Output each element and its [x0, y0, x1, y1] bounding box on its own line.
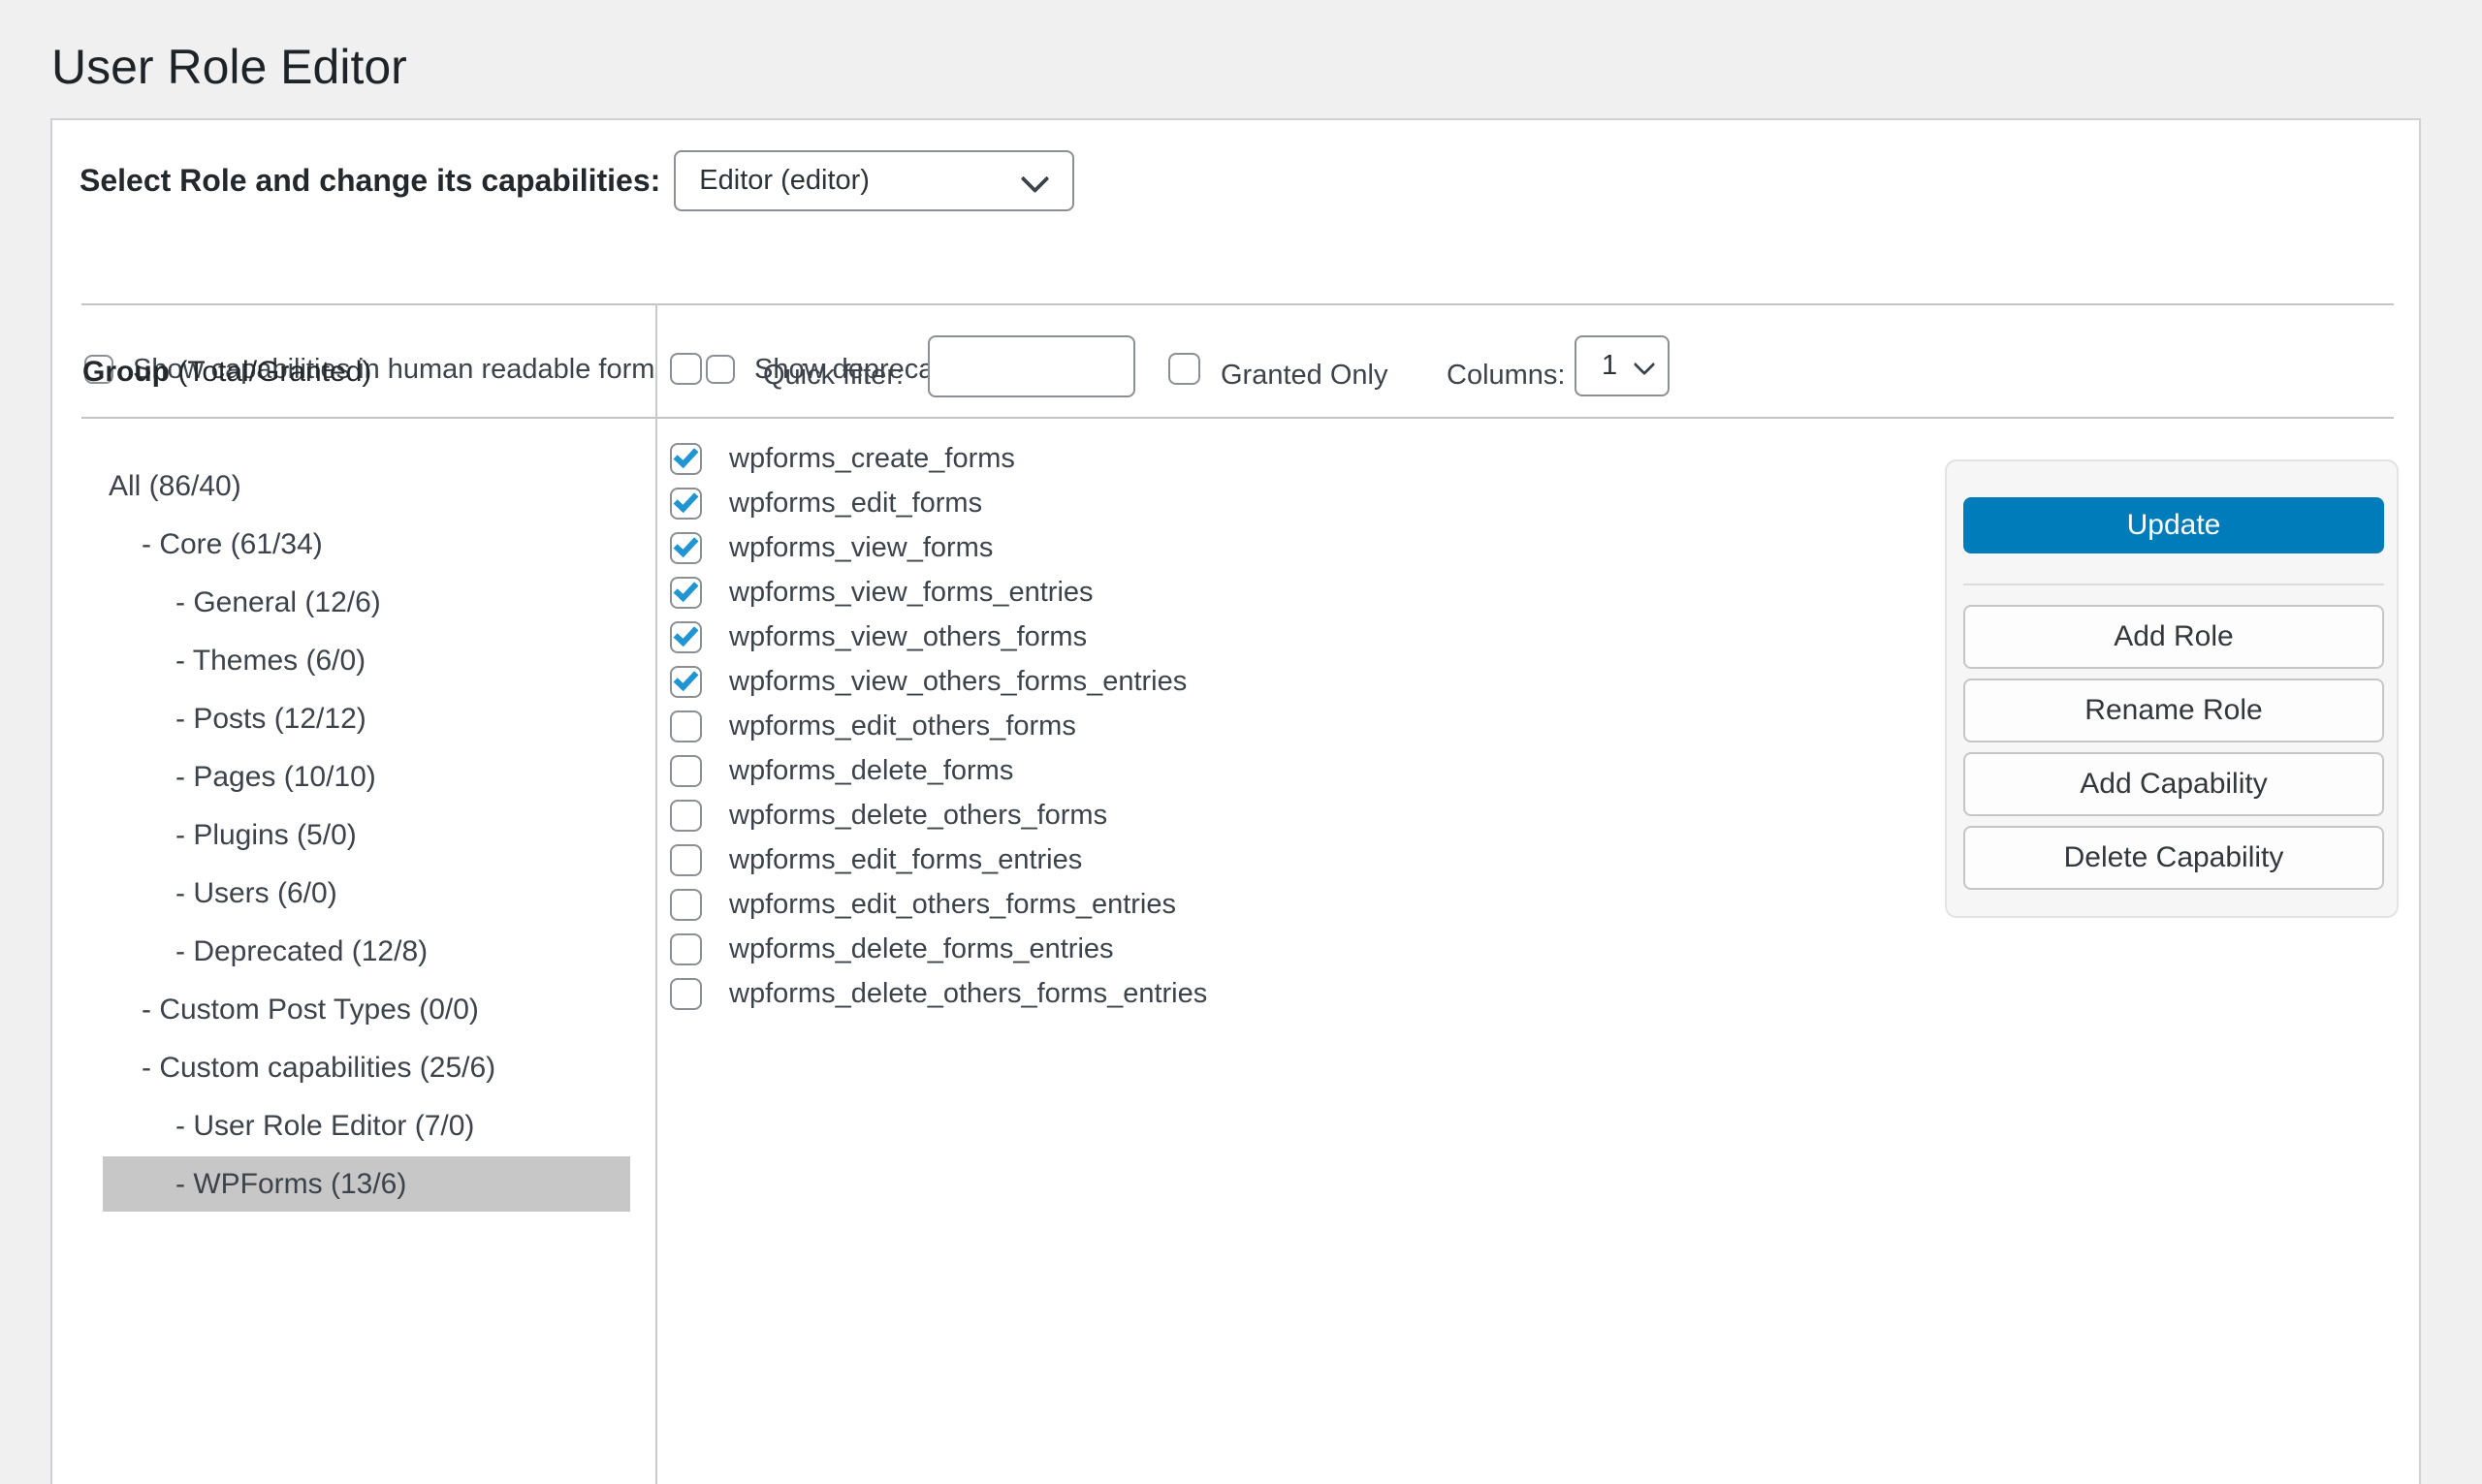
- group-tree-item[interactable]: All (86/40): [103, 458, 630, 514]
- capability-label: wpforms_view_others_forms_entries: [729, 666, 1187, 698]
- chevron-down-icon: [1021, 165, 1050, 194]
- role-selector-row: Select Role and change its capabilities:…: [80, 150, 1074, 211]
- chevron-down-icon: [1634, 354, 1656, 376]
- group-tree-item[interactable]: - Themes (6/0): [103, 633, 630, 688]
- capability-label: wpforms_create_forms: [729, 443, 1015, 475]
- capability-checkbox[interactable]: [670, 577, 702, 609]
- group-tree-item[interactable]: - Pages (10/10): [103, 749, 630, 805]
- add-capability-button[interactable]: Add Capability: [1963, 752, 2384, 816]
- capability-label: wpforms_edit_forms: [729, 488, 982, 520]
- capability-row: wpforms_delete_forms: [670, 748, 1013, 793]
- columns-select[interactable]: 1: [1575, 335, 1670, 396]
- divider-header: [81, 417, 2394, 419]
- capability-label: wpforms_edit_others_forms: [729, 710, 1076, 742]
- capability-checkbox[interactable]: [670, 710, 702, 742]
- group-tree-item[interactable]: - General (12/6): [103, 575, 630, 630]
- capability-row: wpforms_edit_others_forms_entries: [670, 882, 1176, 927]
- update-button[interactable]: Update: [1963, 497, 2384, 553]
- capability-row: wpforms_view_forms: [670, 525, 993, 570]
- group-tree-item[interactable]: - Users (6/0): [103, 866, 630, 921]
- capability-label: wpforms_view_forms_entries: [729, 577, 1094, 609]
- capability-row: wpforms_view_others_forms_entries: [670, 659, 1187, 704]
- columns-label: Columns:: [1447, 360, 1566, 392]
- group-tree-item[interactable]: - Deprecated (12/8): [103, 924, 630, 979]
- group-tree-item[interactable]: - User Role Editor (7/0): [103, 1098, 630, 1153]
- capability-row: wpforms_edit_forms_entries: [670, 837, 1082, 882]
- capability-label: wpforms_view_others_forms: [729, 621, 1087, 653]
- capability-row: wpforms_view_others_forms: [670, 615, 1087, 659]
- rename-role-button[interactable]: Rename Role: [1963, 679, 2384, 742]
- granted-only-label: Granted Only: [1221, 360, 1387, 392]
- group-tree-item[interactable]: - Plugins (5/0): [103, 807, 630, 863]
- actions-panel: Update Add Role Rename Role Add Capabili…: [1945, 459, 2399, 918]
- capability-row: wpforms_delete_others_forms: [670, 793, 1107, 837]
- capability-label: wpforms_delete_others_forms_entries: [729, 978, 1207, 1010]
- capability-label: wpforms_view_forms: [729, 532, 993, 564]
- page-title: User Role Editor: [51, 39, 407, 95]
- capability-row: wpforms_delete_forms_entries: [670, 927, 1114, 971]
- capability-checkbox[interactable]: [670, 666, 702, 698]
- select-all-checkbox[interactable]: [670, 353, 702, 385]
- capability-checkbox[interactable]: [670, 488, 702, 520]
- role-select[interactable]: Editor (editor): [674, 150, 1074, 211]
- group-header: Group (Total/Granted): [82, 356, 371, 389]
- capability-checkbox[interactable]: [670, 933, 702, 965]
- capability-row: wpforms_edit_forms: [670, 481, 982, 525]
- column-divider: [655, 303, 657, 1484]
- capability-checkbox[interactable]: [670, 889, 702, 921]
- group-tree-item[interactable]: - WPForms (13/6): [103, 1156, 630, 1212]
- capability-label: wpforms_edit_others_forms_entries: [729, 889, 1176, 921]
- capability-checkbox[interactable]: [670, 755, 702, 787]
- group-header-bold: Group: [82, 356, 170, 388]
- capability-label: wpforms_delete_forms_entries: [729, 933, 1114, 965]
- capability-label: wpforms_edit_forms_entries: [729, 844, 1082, 876]
- capability-row: wpforms_delete_others_forms_entries: [670, 971, 1207, 1016]
- actions-divider: [1963, 584, 2384, 585]
- columns-select-value: 1: [1602, 350, 1617, 382]
- capability-label: wpforms_delete_forms: [729, 755, 1013, 787]
- capability-checkbox[interactable]: [670, 978, 702, 1010]
- capability-checkbox[interactable]: [670, 844, 702, 876]
- editor-panel: Select Role and change its capabilities:…: [50, 118, 2421, 1484]
- select-role-label: Select Role and change its capabilities:: [80, 163, 660, 199]
- capability-checkbox[interactable]: [670, 532, 702, 564]
- quick-filter-label: Quick filter:: [763, 360, 904, 392]
- delete-capability-button[interactable]: Delete Capability: [1963, 826, 2384, 890]
- divider-top: [81, 303, 2394, 305]
- capability-checkbox[interactable]: [670, 443, 702, 475]
- capability-checkbox[interactable]: [670, 621, 702, 653]
- role-select-value: Editor (editor): [699, 165, 870, 197]
- quick-filter-input[interactable]: [928, 335, 1135, 397]
- group-tree-item[interactable]: - Custom Post Types (0/0): [103, 982, 630, 1037]
- capability-row: wpforms_edit_others_forms: [670, 704, 1076, 748]
- show-deprecated-checkbox[interactable]: [706, 355, 735, 384]
- add-role-button[interactable]: Add Role: [1963, 605, 2384, 669]
- capability-checkbox[interactable]: [670, 800, 702, 832]
- capability-row: wpforms_view_forms_entries: [670, 570, 1094, 615]
- group-tree-item[interactable]: - Core (61/34): [103, 517, 630, 572]
- group-header-rest: (Total/Granted): [170, 356, 371, 388]
- capability-label: wpforms_delete_others_forms: [729, 800, 1107, 832]
- user-role-editor-page: User Role Editor Select Role and change …: [0, 0, 2482, 1484]
- granted-only-checkbox[interactable]: [1168, 353, 1200, 385]
- capability-row: wpforms_create_forms: [670, 436, 1015, 481]
- group-tree-item[interactable]: - Posts (12/12): [103, 691, 630, 746]
- group-tree-item[interactable]: - Custom capabilities (25/6): [103, 1040, 630, 1095]
